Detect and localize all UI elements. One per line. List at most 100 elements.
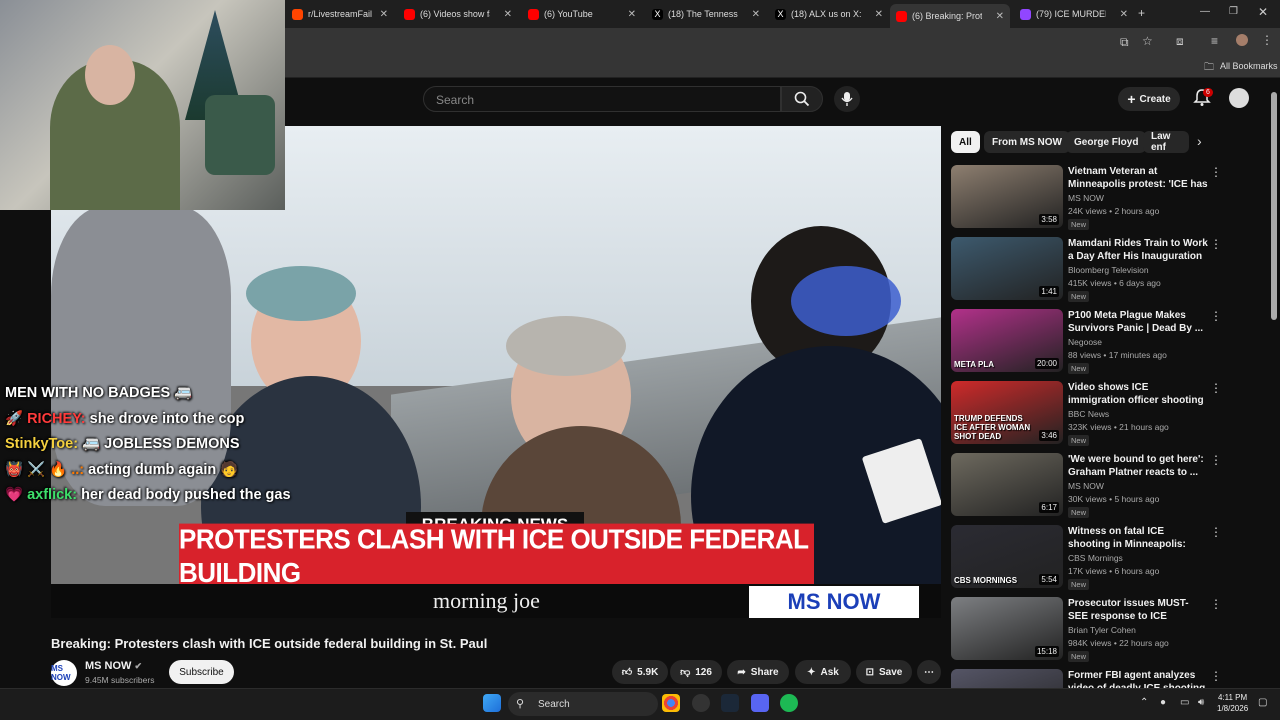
dislike-button[interactable]: 👎︎ 126 [670, 660, 722, 684]
browser-tab-active[interactable]: (6) Breaking: Proteste✕ [890, 4, 1010, 28]
video-thumbnail[interactable]: 15:18 [951, 597, 1063, 660]
discord-icon[interactable] [751, 694, 769, 712]
recommendation-title[interactable]: Video shows ICE immigration officer shoo… [1068, 381, 1208, 407]
search-button[interactable] [781, 86, 823, 112]
chat-message: MEN WITH NO BADGES 🚐 [5, 385, 193, 401]
close-icon[interactable]: ✕ [504, 9, 512, 20]
profile-icon[interactable] [1236, 34, 1248, 46]
more-vertical-icon[interactable]: ⋮ [1210, 525, 1222, 539]
video-thumbnail[interactable]: CBS MORNINGS 5:54 [951, 525, 1063, 588]
notification-center-icon[interactable]: ▢ [1258, 697, 1267, 708]
scrollbar[interactable] [1271, 92, 1277, 320]
channel-avatar[interactable]: MS NOW [51, 660, 77, 686]
video-thumbnail[interactable]: META PLA 20:00 [951, 309, 1063, 372]
recommendation-meta: 30K views • 5 hours ago [1068, 494, 1160, 504]
channel-name[interactable]: MS NOW ✔ [85, 660, 142, 672]
subscribe-button[interactable]: Subscribe [169, 660, 234, 684]
tray-chevron-icon[interactable]: ⌃ [1140, 697, 1148, 708]
close-icon[interactable]: ✕ [875, 9, 883, 20]
microphone-icon [841, 92, 853, 106]
reading-list-icon[interactable]: ≡ [1211, 34, 1218, 48]
recommendation-channel[interactable]: Bloomberg Television [1068, 265, 1149, 275]
browser-tab[interactable]: r/LivestreamFail ✕ [286, 4, 394, 24]
close-window-icon[interactable]: ✕ [1258, 5, 1268, 19]
star-icon[interactable]: ☆ [1142, 34, 1153, 48]
volume-icon[interactable]: 🔊︎ [1198, 697, 1204, 708]
browser-tab[interactable]: (79) ICE MURDER ER✕ [1014, 4, 1134, 24]
like-button[interactable]: 👍︎ 5.9K [612, 660, 668, 684]
more-vertical-icon[interactable]: ⋮ [1210, 597, 1222, 611]
recommendation-title[interactable]: Vietnam Veteran at Minneapolis protest: … [1068, 165, 1208, 191]
app-icon[interactable] [692, 694, 710, 712]
video-thumbnail[interactable]: TRUMP DEFENDS ICE AFTER WOMAN SHOT DEAD 3… [951, 381, 1063, 444]
close-icon[interactable]: ✕ [628, 9, 636, 20]
close-icon[interactable]: ✕ [380, 9, 388, 20]
windows-start-icon[interactable] [483, 694, 501, 712]
recommendation-item[interactable]: 6:17 'We were bound to get here': Graham … [951, 453, 1261, 519]
all-bookmarks[interactable]: All Bookmarks [1220, 61, 1278, 71]
recommendation-item[interactable]: CBS MORNINGS 5:54 Witness on fatal ICE sho… [951, 525, 1261, 591]
close-icon[interactable]: ✕ [1120, 9, 1128, 20]
more-vertical-icon[interactable]: ⋮ [1210, 669, 1222, 683]
video-thumbnail[interactable]: 6:17 [951, 453, 1063, 516]
chrome-icon[interactable] [662, 694, 680, 712]
taskbar-search[interactable]: Search [508, 692, 658, 716]
cast-icon[interactable]: ⧉ [1120, 35, 1129, 50]
video-thumbnail[interactable]: 1:41 [951, 237, 1063, 300]
recommendation-title[interactable]: P100 Meta Plague Makes Survivors Panic |… [1068, 309, 1208, 335]
recommendation-item[interactable]: TRUMP DEFENDS ICE AFTER WOMAN SHOT DEAD 3… [951, 381, 1261, 447]
account-avatar[interactable] [1229, 88, 1249, 108]
ask-button[interactable]: ✦ Ask [795, 660, 851, 684]
recommendation-channel[interactable]: Negoose [1068, 337, 1102, 347]
video-thumbnail[interactable]: 3:58 [951, 165, 1063, 228]
search-input[interactable]: Search [423, 86, 781, 112]
spotify-icon[interactable] [780, 694, 798, 712]
share-button[interactable]: ➦ Share [727, 660, 789, 684]
plus-icon: + [1127, 91, 1136, 107]
voice-search-button[interactable] [834, 86, 860, 112]
more-vertical-icon[interactable]: ⋮ [1210, 165, 1222, 179]
recommendation-item[interactable]: 1:41 Mamdani Rides Train to Work a Day Af… [951, 237, 1261, 303]
more-vertical-icon[interactable]: ⋮ [1210, 309, 1222, 323]
recommendation-title[interactable]: Mamdani Rides Train to Work a Day After … [1068, 237, 1208, 263]
chip-topic[interactable]: George Floyd [1066, 131, 1147, 153]
network-logo: MS NOW [749, 586, 919, 618]
recommendation-item[interactable]: 15:18 Prosecutor issues MUST-SEE response… [951, 597, 1261, 663]
steam-icon[interactable] [721, 694, 739, 712]
chip-topic[interactable]: Law enf [1143, 131, 1189, 153]
browser-tab[interactable]: (6) Videos show fatal✕ [398, 4, 518, 24]
video-title: Breaking: Protesters clash with ICE outs… [51, 636, 488, 651]
recommendation-title[interactable]: Prosecutor issues MUST-SEE response to I… [1068, 597, 1208, 623]
browser-tab[interactable]: X(18) The Tennessee H✕ [646, 4, 766, 24]
more-vertical-icon[interactable]: ⋮ [1210, 453, 1222, 467]
browser-tab[interactable]: (6) YouTube ✕ [522, 4, 642, 24]
more-vertical-icon[interactable]: ⋮ [1210, 381, 1222, 395]
minimize-icon[interactable]: — [1200, 6, 1210, 17]
recommendation-channel[interactable]: CBS Mornings [1068, 553, 1123, 563]
maximize-icon[interactable]: ❐ [1229, 6, 1238, 17]
more-actions-button[interactable]: ⋯ [917, 660, 941, 684]
recommendation-channel[interactable]: BBC News [1068, 409, 1109, 419]
network-icon[interactable]: ▭ [1180, 697, 1189, 708]
save-button[interactable]: ⊡ Save [856, 660, 912, 684]
recommendation-channel[interactable]: MS NOW [1068, 481, 1104, 491]
streamer-face [85, 45, 135, 105]
taskbar-clock[interactable]: 4:11 PM 1/8/2026 [1217, 692, 1248, 714]
create-button[interactable]: + Create [1118, 87, 1180, 111]
recommendation-item[interactable]: 3:58 Vietnam Veteran at Minneapolis prote… [951, 165, 1261, 231]
chip-from-channel[interactable]: From MS NOW [984, 131, 1070, 153]
recommendation-item[interactable]: META PLA 20:00 P100 Meta Plague Makes Surv… [951, 309, 1261, 375]
recommendation-title[interactable]: 'We were bound to get here': Graham Plat… [1068, 453, 1208, 479]
chevron-right-icon[interactable]: › [1197, 133, 1202, 149]
recommendation-title[interactable]: Witness on fatal ICE shooting in Minneap… [1068, 525, 1208, 551]
extensions-icon[interactable]: ⧈ [1176, 34, 1184, 49]
chip-all[interactable]: All [951, 131, 980, 153]
recommendation-channel[interactable]: Brian Tyler Cohen [1068, 625, 1136, 635]
menu-icon[interactable]: ⋮ [1261, 33, 1273, 47]
more-vertical-icon[interactable]: ⋮ [1210, 237, 1222, 251]
close-icon[interactable]: ✕ [996, 11, 1004, 22]
new-tab-icon[interactable]: + [1138, 6, 1145, 20]
browser-tab[interactable]: X(18) ALX us on X: "A✕ [769, 4, 889, 24]
close-icon[interactable]: ✕ [752, 9, 760, 20]
recommendation-channel[interactable]: MS NOW [1068, 193, 1104, 203]
